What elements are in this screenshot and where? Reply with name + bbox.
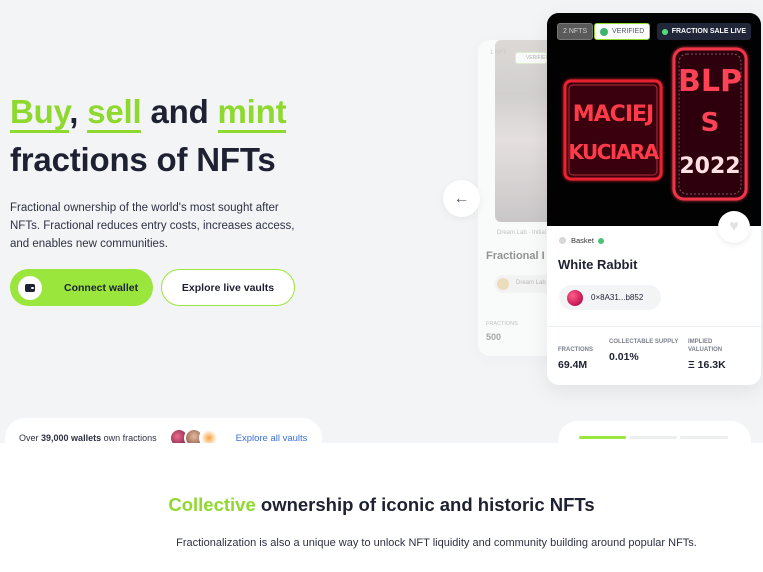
heart-icon: ♥ bbox=[729, 218, 739, 235]
background-vault-count: 1 NFT bbox=[490, 50, 507, 56]
vault-type-label: Basket bbox=[571, 236, 594, 245]
headline-word-and: and bbox=[150, 93, 209, 130]
background-vault-caption: Dream Lab · Initial bbox=[497, 230, 547, 236]
sale-status-label: FRACTION SALE LIVE bbox=[671, 28, 746, 35]
stat-collectable-supply: COLLECTABLE SUPPLY 0.01% bbox=[609, 338, 679, 363]
svg-text:KUCIARA: KUCIARA bbox=[568, 140, 659, 164]
owner-address-text: 0×8A31...b852 bbox=[591, 293, 644, 302]
background-vault-fractions-value: 500 bbox=[486, 332, 502, 342]
vault-artwork: MACIEJ KUCIARA BLP S 2022 2 NFTS VERIFIE… bbox=[547, 13, 761, 226]
stat-valuation-value: Ξ 16.3K bbox=[688, 359, 726, 371]
stat-implied-valuation: IMPLIED VALUATION Ξ 16.3K bbox=[688, 338, 748, 371]
vault-title: White Rabbit bbox=[558, 257, 638, 272]
carousel-indicator bbox=[558, 421, 751, 443]
svg-text:2022: 2022 bbox=[679, 154, 740, 179]
featured-vault-card[interactable]: MACIEJ KUCIARA BLP S 2022 2 NFTS VERIFIE… bbox=[547, 13, 761, 385]
carousel-dot-3[interactable] bbox=[680, 436, 728, 439]
wallet-icon bbox=[18, 275, 42, 300]
vault-type: Basket bbox=[559, 236, 604, 245]
background-vault-title: Fractional I bbox=[486, 250, 545, 262]
owners-prefix: Over bbox=[19, 433, 39, 443]
owners-banner: Over 39,000 wallets own fractions Explor… bbox=[5, 418, 322, 443]
owner-avatar-icon bbox=[567, 289, 583, 306]
check-circle-icon bbox=[600, 27, 608, 36]
connect-wallet-label: Connect wallet bbox=[64, 281, 139, 294]
card-divider bbox=[547, 326, 761, 327]
connect-wallet-button[interactable]: Connect wallet bbox=[10, 269, 153, 306]
stat-supply-value: 0.01% bbox=[609, 351, 639, 363]
owners-suffix: own fractions bbox=[103, 433, 157, 443]
explore-all-vaults-link[interactable]: Explore all vaults bbox=[236, 433, 308, 444]
verified-check-icon bbox=[597, 237, 604, 244]
arrow-left-icon: ← bbox=[453, 189, 470, 207]
headline-word-mint: mint bbox=[217, 93, 287, 133]
verified-badge: VERIFIED bbox=[594, 23, 651, 40]
headline-line-2: fractions of NFTs bbox=[10, 141, 276, 178]
section-subtitle: Fractionalization is also a unique way t… bbox=[176, 537, 697, 549]
sale-status-badge: FRACTION SALE LIVE bbox=[656, 23, 751, 40]
previous-arrow-button[interactable]: ← bbox=[443, 180, 480, 217]
stat-supply-label: COLLECTABLE SUPPLY bbox=[609, 339, 679, 345]
live-dot-icon bbox=[661, 28, 668, 35]
verified-badge-label: VERIFIED bbox=[612, 28, 645, 35]
vault-owner-address[interactable]: 0×8A31...b852 bbox=[559, 285, 661, 310]
hero-description: Fractional ownership of the world's most… bbox=[10, 202, 295, 250]
svg-text:BLP: BLP bbox=[678, 64, 742, 99]
carousel-dot-2[interactable] bbox=[630, 436, 677, 439]
hero-headline: Buy, sell and mint fractions of NFTs bbox=[10, 88, 287, 184]
stat-fractions-label: FRACTIONS bbox=[558, 347, 593, 353]
section-heading-rest: ownership of iconic and historic NFTs bbox=[260, 494, 595, 515]
avatar bbox=[198, 428, 219, 443]
carousel-dot-1[interactable] bbox=[579, 436, 626, 439]
artwork-image: MACIEJ KUCIARA BLP S 2022 bbox=[547, 13, 761, 226]
background-vault-owner-name: Dream Lab bbox=[516, 280, 546, 286]
basket-icon bbox=[559, 237, 566, 244]
stat-fractions-value: 69.4M bbox=[558, 359, 588, 371]
explore-live-vaults-button[interactable]: Explore live vaults bbox=[161, 269, 295, 306]
headline-word-buy: Buy bbox=[10, 93, 69, 133]
background-vault-verified: VERIFIED bbox=[515, 52, 549, 64]
background-vault-fractions-label: FRACTIONS bbox=[486, 321, 518, 327]
favorite-button[interactable]: ♥ bbox=[718, 211, 750, 243]
owner-avatars bbox=[168, 428, 219, 443]
owners-count: 39,000 wallets bbox=[41, 433, 102, 443]
svg-text:MACIEJ: MACIEJ bbox=[573, 102, 653, 127]
svg-text:S: S bbox=[701, 108, 720, 138]
background-vault-owner: Dream Lab bbox=[494, 275, 554, 293]
headline-comma: , bbox=[69, 93, 79, 130]
stat-fractions: FRACTIONS 69.4M bbox=[558, 346, 593, 371]
section-heading-highlight: Collective bbox=[168, 494, 256, 515]
owner-avatar-icon bbox=[497, 278, 509, 290]
stat-valuation-label: IMPLIED VALUATION bbox=[688, 339, 723, 353]
nft-count-badge: 2 NFTS bbox=[557, 23, 594, 40]
headline-word-sell: sell bbox=[87, 93, 142, 133]
section-heading: Collective ownership of iconic and histo… bbox=[0, 494, 763, 516]
